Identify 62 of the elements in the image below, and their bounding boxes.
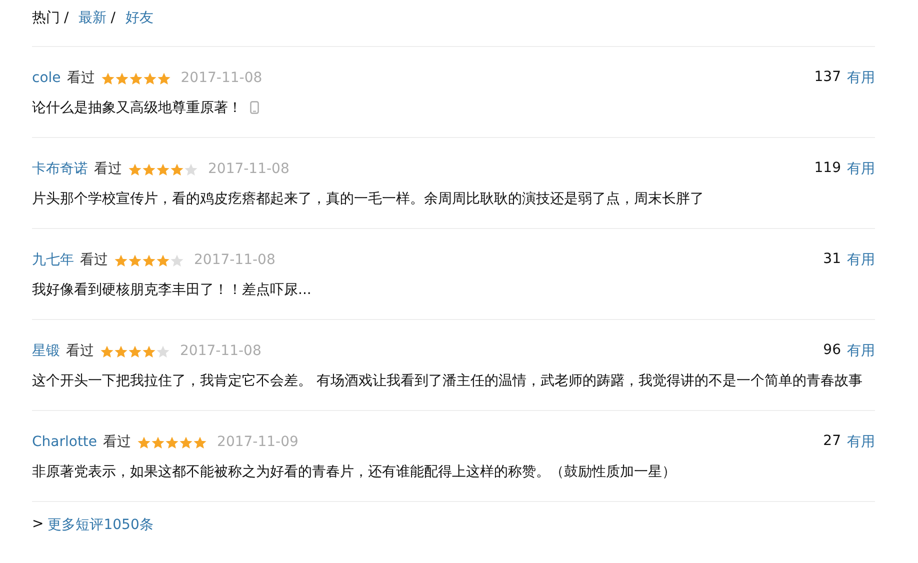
user-link[interactable]: 卡布奇诺: [32, 160, 88, 178]
star-icon: [128, 162, 142, 176]
tab[interactable]: 最新: [78, 9, 107, 27]
star-icon: [128, 254, 142, 266]
tab[interactable]: 热门: [32, 9, 60, 27]
useful-link[interactable]: 有用: [847, 433, 875, 451]
star-icon: [100, 344, 114, 358]
status-label: 看过: [94, 160, 122, 178]
separator: /: [110, 10, 116, 26]
star-icon: [165, 436, 180, 448]
review-text: 论什么是抽象又高级地尊重原著！: [32, 100, 242, 116]
status-label: 看过: [80, 251, 108, 269]
star-icon: [114, 344, 128, 358]
review-date: 2017-11-08: [180, 70, 262, 86]
star-icon: [156, 162, 170, 176]
vote-count: 96: [823, 342, 841, 360]
star-icon: [170, 254, 184, 266]
star-icon: [137, 436, 152, 448]
star-icon: [128, 72, 143, 84]
star-icon: [142, 72, 157, 84]
star-icon: [114, 72, 129, 84]
star-icon: [184, 162, 198, 176]
star-icon: [151, 436, 166, 448]
star-icon: [128, 344, 142, 358]
star-icon: [142, 162, 156, 176]
arrow-label: >: [32, 516, 44, 534]
user-link[interactable]: 九七年: [32, 251, 74, 269]
review-date: 2017-11-08: [194, 252, 276, 268]
tab[interactable]: 好友: [125, 9, 154, 27]
vote-count: 31: [823, 251, 841, 269]
star-icon: [142, 344, 156, 358]
star-icon: [156, 254, 170, 266]
status-label: 看过: [66, 69, 95, 87]
star-icon: [114, 254, 128, 266]
review-date: 2017-11-08: [180, 343, 262, 359]
user-link[interactable]: cole: [32, 70, 61, 86]
status-label: 看过: [66, 342, 94, 360]
star-icon: [170, 162, 184, 176]
review-text: 非原著党表示，如果这都不能被称之为好看的青春片，还有谁能配得上这样的称赞。（鼓励性质加一星）: [32, 464, 676, 480]
star-icon: [142, 254, 156, 266]
useful-link[interactable]: 有用: [847, 69, 875, 87]
more-reviews-link[interactable]: 更多短评1050条: [48, 516, 154, 534]
review-date: 2017-11-09: [217, 434, 298, 450]
star-icon: [156, 344, 170, 358]
review-text: 这个开头一下把我拉住了，我肯定它不会差。 有场酒戏让我看到了潘主任的温情，武老师的踌躇，我觉得讲的不是一个简单的青春故事: [32, 373, 862, 389]
user-link[interactable]: Charlotte: [32, 434, 98, 450]
separator: /: [64, 10, 69, 26]
vote-count: 119: [814, 160, 841, 178]
review-text: 我好像看到硬核朋克李丰田了！！差点吓尿...: [32, 282, 312, 298]
vote-count: 27: [823, 433, 841, 451]
vote-count: 137: [814, 69, 841, 87]
useful-link[interactable]: 有用: [847, 251, 875, 269]
review-text: 片头那个学校宣传片，看的鸡皮疙瘩都起来了，真的一毛一样。余周周比耿耿的演技还是弱了点，周末长胖了: [32, 191, 704, 207]
star-icon: [179, 436, 194, 448]
user-link[interactable]: 星锻: [32, 342, 60, 360]
status-label: 看过: [103, 433, 132, 451]
useful-link[interactable]: 有用: [847, 342, 875, 360]
star-icon: [100, 72, 115, 84]
star-icon: [193, 436, 208, 448]
star-icon: [156, 72, 171, 84]
useful-link[interactable]: 有用: [847, 160, 875, 178]
review-date: 2017-11-08: [208, 161, 290, 177]
